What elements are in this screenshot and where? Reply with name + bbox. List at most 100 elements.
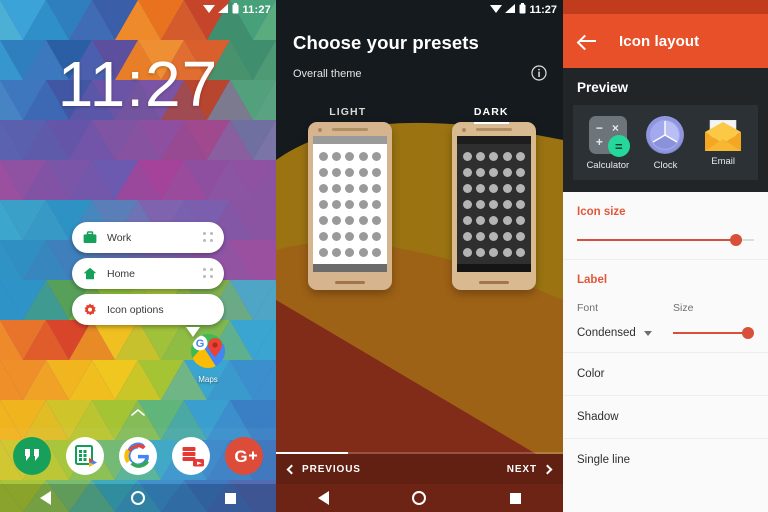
home-clock-widget: 11:27 (57, 48, 219, 120)
gear-icon (82, 302, 97, 317)
back-button[interactable] (317, 491, 329, 505)
popup-item-home[interactable]: Home (72, 258, 224, 289)
font-caption: Font (577, 302, 599, 314)
wifi-icon (490, 1, 503, 19)
drag-handle-icon[interactable] (203, 232, 214, 243)
preview-app-clock[interactable]: Clock (637, 116, 693, 171)
settings-status-bar (563, 0, 768, 14)
phone-speaker (332, 128, 368, 131)
battery-icon (232, 1, 239, 19)
home-nav-bar (0, 484, 276, 512)
settings-item-shadow[interactable]: Shadow (563, 396, 768, 439)
home-dock: G (0, 428, 276, 484)
home-screen-panel: 11:27 11:27 Work Home Icon options G Map… (0, 0, 276, 512)
phone-statusbar (313, 136, 387, 144)
phone-preview-dark[interactable] (452, 122, 536, 290)
preview-app-calculator[interactable]: − × + = Calculator (580, 116, 636, 171)
popup-item-label: Icon options (107, 303, 164, 316)
briefcase-icon (82, 230, 97, 245)
phone-dockbar (457, 264, 531, 272)
signal-icon (505, 1, 516, 19)
battery-icon (519, 1, 526, 19)
dock-icon-google-plus[interactable]: G (224, 436, 264, 476)
icon-size-slider[interactable] (577, 234, 754, 246)
phone-app-grid (461, 148, 527, 260)
preview-section: Preview − × + = Calculator Clock Email (563, 68, 768, 192)
info-icon[interactable] (531, 65, 547, 86)
signal-icon (218, 1, 229, 19)
screenshot-root: 11:27 11:27 Work Home Icon options G Map… (0, 0, 768, 512)
page-title: Icon layout (619, 32, 700, 50)
status-time: 11:27 (529, 4, 557, 16)
phone-camera (462, 127, 466, 132)
phone-app-grid (317, 148, 383, 260)
slider-knob[interactable] (730, 234, 743, 246)
app-icon-label: Maps (198, 375, 218, 384)
tab-light[interactable]: LIGHT (276, 102, 420, 124)
back-arrow-icon[interactable] (579, 34, 597, 48)
preview-app-label: Calculator (586, 160, 630, 171)
tab-dark[interactable]: DARK (420, 102, 564, 124)
wifi-icon (203, 1, 216, 19)
status-time: 11:27 (242, 4, 271, 16)
icon-popup-menu: Work Home Icon options (72, 222, 224, 340)
dock-icon-play-store-sheets[interactable] (65, 436, 105, 476)
home-button[interactable] (412, 491, 427, 505)
previous-label: PREVIOUS (302, 463, 361, 475)
app-drawer-chevron-icon[interactable] (130, 404, 146, 422)
section-icon-size: Icon size (563, 192, 768, 260)
theme-tabs: LIGHT DARK (276, 102, 563, 124)
popup-item-label: Home (107, 267, 136, 280)
phone-statusbar (457, 136, 531, 144)
preview-app-email[interactable]: @ Email (695, 116, 751, 171)
svg-text:G: G (234, 447, 247, 466)
presets-nav-bar (276, 484, 563, 512)
phone-preview-light[interactable] (308, 122, 392, 290)
popup-item-icon-options[interactable]: Icon options (72, 294, 224, 325)
calculator-icon: − × + = (588, 116, 630, 157)
presets-title: Choose your presets (293, 32, 479, 53)
previous-button[interactable]: PREVIOUS (286, 463, 361, 475)
size-column: Size (673, 302, 755, 339)
popup-item-work[interactable]: Work (72, 222, 224, 253)
home-icon (82, 266, 97, 281)
chevron-down-icon (643, 330, 652, 336)
theme-preview-phones (276, 120, 563, 300)
recents-button[interactable] (225, 492, 236, 504)
settings-item-color[interactable]: Color (563, 353, 768, 396)
font-dropdown[interactable]: Condensed (577, 327, 659, 339)
chevron-right-icon (542, 464, 553, 474)
next-button[interactable]: NEXT (507, 464, 553, 475)
slider-fill (577, 238, 737, 242)
tab-label: DARK (473, 106, 509, 124)
dock-icon-google-search[interactable] (118, 436, 158, 476)
home-button[interactable] (131, 491, 145, 505)
dock-icon-youtube-music[interactable] (171, 436, 211, 476)
phone-camera (318, 127, 322, 132)
label-size-slider[interactable] (673, 327, 755, 339)
presets-wizard-panel: 11:27 Choose your presets Overall theme … (276, 0, 563, 512)
popup-pointer (72, 327, 224, 340)
settings-app-bar: Icon layout (563, 14, 768, 68)
font-value: Condensed (577, 327, 636, 339)
dock-icon-hangouts[interactable] (12, 436, 52, 476)
section-label: Label Font Condensed Size (563, 260, 768, 353)
app-icon-maps[interactable]: G Maps (186, 334, 230, 384)
chevron-left-icon (286, 464, 297, 474)
settings-item-single-line[interactable]: Single line (563, 439, 768, 481)
clock-icon (646, 116, 685, 154)
drag-handle-icon[interactable] (203, 268, 214, 279)
phone-home-bar (335, 281, 365, 284)
font-column: Font Condensed (577, 302, 659, 339)
tab-label: LIGHT (329, 106, 367, 118)
back-button[interactable] (40, 491, 51, 505)
presets-status-bar: 11:27 (276, 0, 563, 20)
slider-knob[interactable] (742, 327, 755, 339)
email-icon: @ (703, 119, 743, 151)
recents-button[interactable] (510, 492, 522, 504)
preview-heading: Preview (577, 80, 629, 95)
icon-layout-settings-panel: Icon layout Preview − × + = Calculator C… (563, 0, 768, 512)
preview-card: − × + = Calculator Clock Email (573, 105, 758, 180)
size-caption: Size (673, 302, 694, 314)
presets-subtitle: Overall theme (293, 68, 362, 80)
